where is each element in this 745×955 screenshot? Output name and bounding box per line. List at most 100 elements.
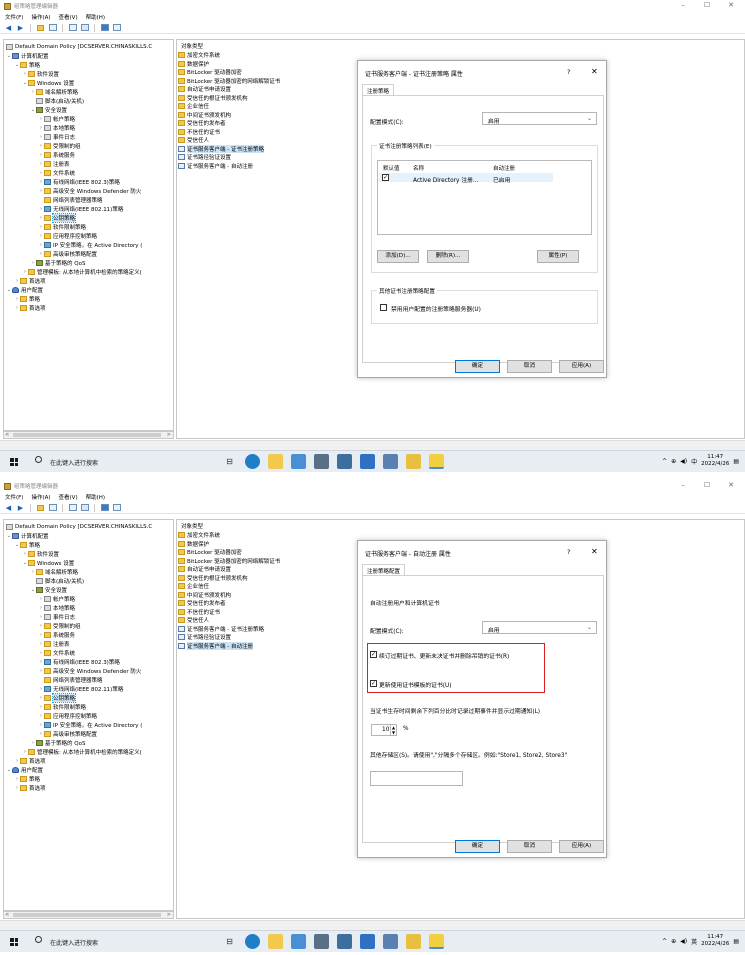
scroll-right-icon[interactable]: > (167, 912, 171, 918)
app-icon[interactable] (406, 454, 421, 469)
list-item[interactable]: 证书服务客户端 - 自动注册 (178, 641, 253, 651)
list-item[interactable]: 中间证书颁发机构 (178, 111, 231, 120)
tree-restricted-groups[interactable]: › 受限制的组 (38, 621, 81, 630)
list-item[interactable]: 自动证书申请设置 (178, 565, 231, 574)
tree-user-policies[interactable]: › 策略 (14, 294, 40, 303)
scroll-thumb[interactable] (13, 913, 161, 917)
menu-action[interactable]: 操作(A) (31, 493, 50, 501)
clock[interactable]: 11:47 2022/4/26 (701, 934, 729, 948)
console-icon[interactable] (112, 503, 121, 512)
tray-chevron-icon[interactable]: ^ (662, 938, 667, 945)
taskbar-search-input[interactable]: 在此键入进行搜索 (50, 938, 98, 947)
menu-action[interactable]: 操作(A) (31, 13, 50, 21)
tree-local-policies[interactable]: › 本地策略 (38, 603, 75, 612)
help-icon[interactable] (100, 503, 109, 512)
app-icon[interactable] (406, 934, 421, 949)
menu-file[interactable]: 文件(F) (5, 13, 23, 21)
dialog-close-button[interactable]: ✕ (591, 547, 598, 556)
forward-arrow-icon[interactable]: ▶ (16, 503, 25, 512)
edge-icon[interactable] (245, 454, 260, 469)
list-item[interactable]: 数据保护 (178, 540, 209, 549)
apply-button[interactable]: 应用(A) (559, 840, 604, 853)
network-tray-icon[interactable]: ⊕ (671, 938, 676, 945)
tree-horizontal-scrollbar[interactable]: < > (3, 431, 174, 439)
tree-app-control[interactable]: › 应用程序控制策略 (38, 231, 97, 240)
list-item[interactable]: 自动证书申请设置 (178, 85, 231, 94)
column-name[interactable]: 名称 (413, 164, 424, 172)
server-manager-icon[interactable] (291, 934, 306, 949)
list-item[interactable]: 企业信任 (178, 582, 209, 591)
dialog-close-button[interactable]: ✕ (591, 67, 598, 76)
tree-root[interactable]: Default Domain Policy [DCSERVER.CHINASKI… (6, 522, 152, 531)
show-tree-icon[interactable] (48, 23, 57, 32)
minimize-button[interactable]: – (676, 481, 690, 489)
gpo-editor-taskbar-icon[interactable] (429, 454, 444, 469)
volume-icon[interactable]: ◀) (680, 458, 687, 465)
file-explorer-icon[interactable] (268, 454, 283, 469)
back-arrow-icon[interactable]: ◀ (4, 23, 13, 32)
tree-software-settings[interactable]: › 软件设置 (22, 549, 59, 558)
tree-security-settings[interactable]: ⌄ 安全设置 (30, 105, 67, 114)
percent-stepper[interactable]: 10 ▲ ▼ (371, 724, 397, 736)
policy-tree[interactable]: Default Domain Policy [DCSERVER.CHINASKI… (3, 519, 174, 911)
properties-icon[interactable] (80, 23, 89, 32)
terminal-icon[interactable] (314, 454, 329, 469)
tree-horizontal-scrollbar[interactable]: < > (3, 911, 174, 919)
tree-admin-templates[interactable]: › 管理模板: 从本地计算机中检索的策略定义( (22, 747, 142, 756)
policy-list[interactable]: 默认值 名称 自动注册 ✓ Active Directory 注册... 已启用 (377, 160, 592, 235)
tree-event-log[interactable]: › 事件日志 (38, 612, 75, 621)
tree-wired-network[interactable]: › 有线网络(IEEE 802.3)策略 (38, 177, 120, 186)
tree-user-config[interactable]: ⌄ 用户配置 (6, 285, 43, 294)
tree-system-services[interactable]: › 系统服务 (38, 630, 75, 639)
tree-defender-firewall[interactable]: › 高级安全 Windows Defender 防火 (38, 186, 141, 195)
back-arrow-icon[interactable]: ◀ (4, 503, 13, 512)
tree-wireless-network[interactable]: › 无线网络(IEEE 802.11)策略 (38, 204, 123, 213)
menu-view[interactable]: 查看(V) (59, 493, 78, 501)
volume-icon[interactable]: ◀) (680, 938, 687, 945)
config-mode-select[interactable]: 启用 ⌄ (482, 112, 597, 125)
folder-up-icon[interactable] (36, 503, 45, 512)
tree-account-policies[interactable]: › 帐户策略 (38, 594, 75, 603)
list-item[interactable]: 不信任的证书 (178, 128, 220, 137)
tree-admin-templates[interactable]: › 管理模板: 从本地计算机中检索的策略定义( (22, 267, 142, 276)
dns-icon[interactable] (360, 454, 375, 469)
column-default[interactable]: 默认值 (383, 164, 400, 172)
menu-help[interactable]: 帮助(H) (86, 13, 105, 21)
list-item[interactable]: 受信任的发布者 (178, 119, 226, 128)
ime-indicator[interactable]: 中 (691, 457, 697, 466)
apply-button[interactable]: 应用(A) (559, 360, 604, 373)
tree-user-preferences[interactable]: › 首选项 (14, 783, 46, 792)
tree-account-policies[interactable]: › 帐户策略 (38, 114, 75, 123)
console-icon[interactable] (112, 23, 121, 32)
clock[interactable]: 11:47 2022/4/26 (701, 454, 729, 468)
tree-ip-security[interactable]: › IP 安全策略，在 Active Directory ( (38, 240, 142, 249)
network-icon[interactable] (337, 454, 352, 469)
scroll-left-icon[interactable]: < (5, 912, 9, 918)
terminal-icon[interactable] (314, 934, 329, 949)
tree-app-control[interactable]: › 应用程序控制策略 (38, 711, 97, 720)
tree-name-resolution[interactable]: › 域名解析策略 (30, 567, 78, 576)
list-item[interactable]: 证书路径验证设置 (178, 153, 231, 162)
dialog-help-button[interactable]: ? (567, 68, 570, 76)
tree-qos[interactable]: › 基于策略的 QoS (30, 738, 85, 747)
cancel-button[interactable]: 取消 (507, 360, 552, 373)
tree-event-log[interactable]: › 事件日志 (38, 132, 75, 141)
admin-tools-icon[interactable] (383, 934, 398, 949)
server-manager-icon[interactable] (291, 454, 306, 469)
tree-public-key-policies[interactable]: › 公钥策略 (38, 212, 77, 223)
ok-button[interactable]: 确定 (455, 360, 500, 373)
forward-arrow-icon[interactable]: ▶ (16, 23, 25, 32)
list-item[interactable]: BitLocker 驱动器加密 (178, 548, 242, 557)
tree-network-list[interactable]: 网络列表管理器策略 (38, 675, 103, 684)
list-item[interactable]: 证书服务客户端 - 证书注册策略 (178, 144, 264, 154)
list-item[interactable]: 受信任人 (178, 616, 209, 625)
tree-defender-firewall[interactable]: › 高级安全 Windows Defender 防火 (38, 666, 141, 675)
list-item[interactable]: BitLocker 驱动器加密的网络解锁证书 (178, 77, 280, 86)
dialog-help-button[interactable]: ? (567, 548, 570, 556)
close-button[interactable]: ✕ (724, 481, 738, 489)
menu-help[interactable]: 帮助(H) (86, 493, 105, 501)
ok-button[interactable]: 确定 (455, 840, 500, 853)
windows-start-icon[interactable] (10, 938, 18, 946)
admin-tools-icon[interactable] (383, 454, 398, 469)
task-view-icon[interactable]: ⊟ (222, 454, 237, 469)
